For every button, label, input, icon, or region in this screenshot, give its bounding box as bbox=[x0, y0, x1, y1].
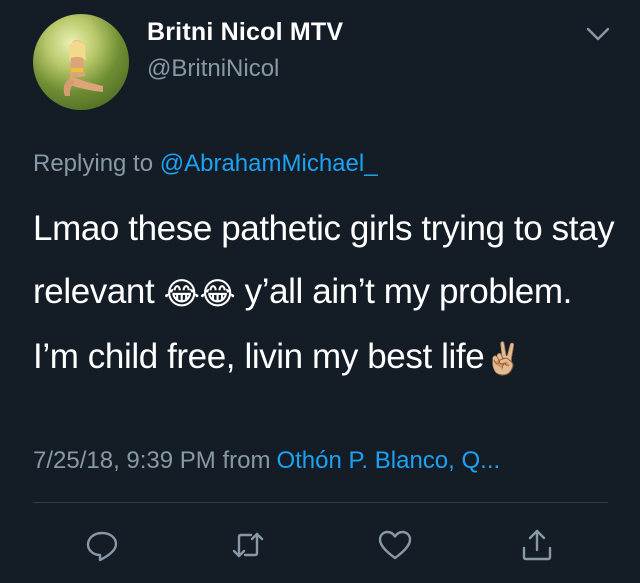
user-handle[interactable]: @BritniNicol bbox=[147, 55, 279, 83]
like-button[interactable] bbox=[375, 525, 415, 565]
share-icon bbox=[522, 529, 552, 561]
reply-icon bbox=[86, 531, 118, 562]
tweet-meta: 7/25/18, 9:39 PM from Othón P. Blanco, Q.… bbox=[33, 447, 500, 475]
heart-icon bbox=[378, 530, 412, 560]
display-name[interactable]: Britni Nicol MTV bbox=[147, 18, 343, 47]
location-link[interactable]: Othón P. Blanco, Q... bbox=[276, 447, 500, 474]
retweet-icon bbox=[232, 532, 264, 558]
retweet-button[interactable] bbox=[228, 525, 268, 565]
avatar-photo bbox=[63, 40, 103, 96]
laughing-emoji: 😂😂 bbox=[163, 276, 236, 311]
victory-hand-emoji: ✌🏼 bbox=[484, 341, 523, 376]
replying-to-line: Replying to @AbrahamMichael_ bbox=[33, 150, 378, 178]
timestamp: 7/25/18, 9:39 PM from bbox=[33, 447, 271, 474]
reply-mention-link[interactable]: @AbrahamMichael_ bbox=[160, 150, 378, 177]
share-button[interactable] bbox=[517, 525, 557, 565]
avatar[interactable] bbox=[33, 14, 129, 110]
chevron-down-icon[interactable] bbox=[586, 26, 610, 42]
reply-button[interactable] bbox=[82, 525, 122, 565]
tweet-text: Lmao these pathetic girls trying to stay… bbox=[33, 197, 623, 390]
replying-to-label: Replying to bbox=[33, 150, 160, 177]
divider bbox=[33, 502, 608, 503]
